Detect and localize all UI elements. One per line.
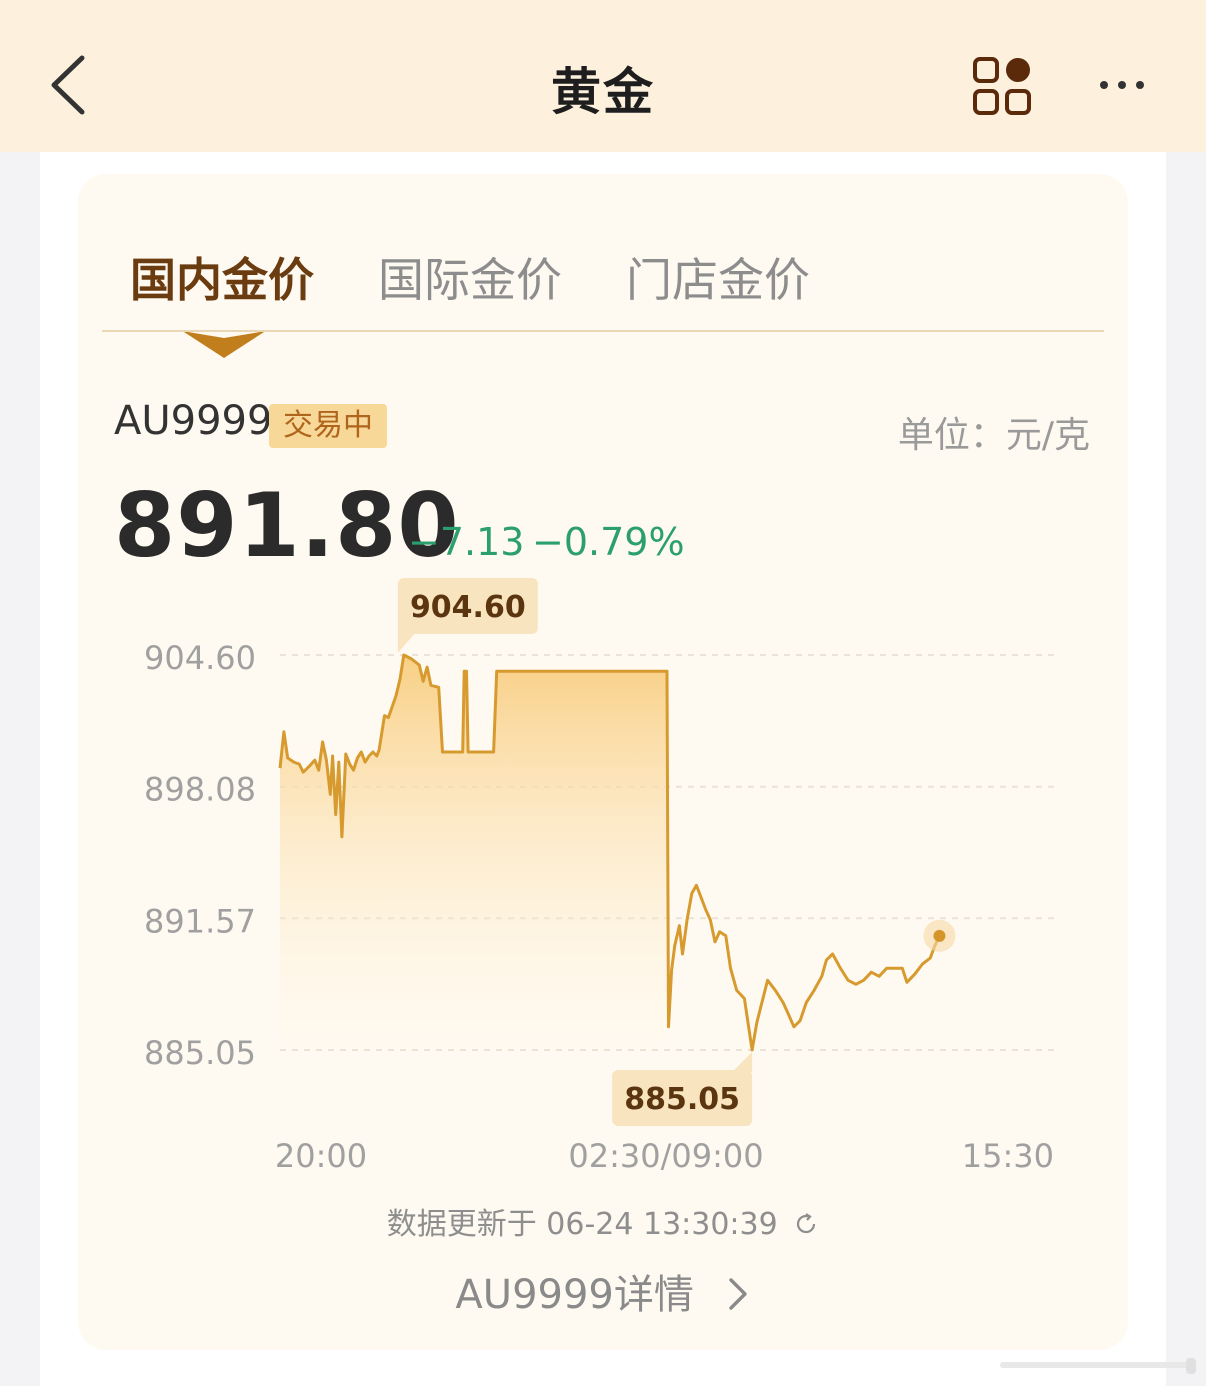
low-callout-pointer xyxy=(732,1052,753,1072)
update-time-text: 数据更新于 06-24 13:30:39 xyxy=(386,1207,778,1242)
scrollbar-track[interactable] xyxy=(1000,1362,1196,1368)
chevron-right-icon xyxy=(728,1278,747,1310)
last-point-marker xyxy=(933,929,946,942)
y-tick-label: 891.57 xyxy=(144,902,256,940)
gold-price-card: 国内金价 国际金价 门店金价 AU9999 交易中 单位：元/克 891.80 … xyxy=(78,174,1128,1350)
update-time: 数据更新于 06-24 13:30:39 xyxy=(78,1199,1128,1243)
x-tick-label: 02:30/09:00 xyxy=(568,1137,763,1175)
low-callout-label: 885.05 xyxy=(624,1082,740,1117)
detail-link-label: AU9999详情 xyxy=(455,1272,694,1318)
x-tick-label: 15:30 xyxy=(962,1137,1054,1175)
y-tick-label: 898.08 xyxy=(144,771,256,809)
price-chart: 904.60 898.08 891.57 885.05 20:00 02:30/09:00… xyxy=(144,578,1054,1175)
high-callout-label: 904.60 xyxy=(410,590,526,625)
header-bar: 黄金 xyxy=(0,0,1206,152)
apps-grid-icon[interactable] xyxy=(970,54,1034,118)
y-tick-label: 904.60 xyxy=(144,639,256,677)
more-dots-icon[interactable] xyxy=(1096,70,1148,100)
scrollbar-thumb[interactable] xyxy=(1186,1358,1196,1374)
y-tick-label: 885.05 xyxy=(144,1034,256,1072)
detail-link[interactable]: AU9999详情 xyxy=(78,1262,1128,1320)
refresh-icon[interactable] xyxy=(793,1211,819,1237)
price-area-fill xyxy=(280,655,667,1050)
x-tick-label: 20:00 xyxy=(275,1137,367,1175)
